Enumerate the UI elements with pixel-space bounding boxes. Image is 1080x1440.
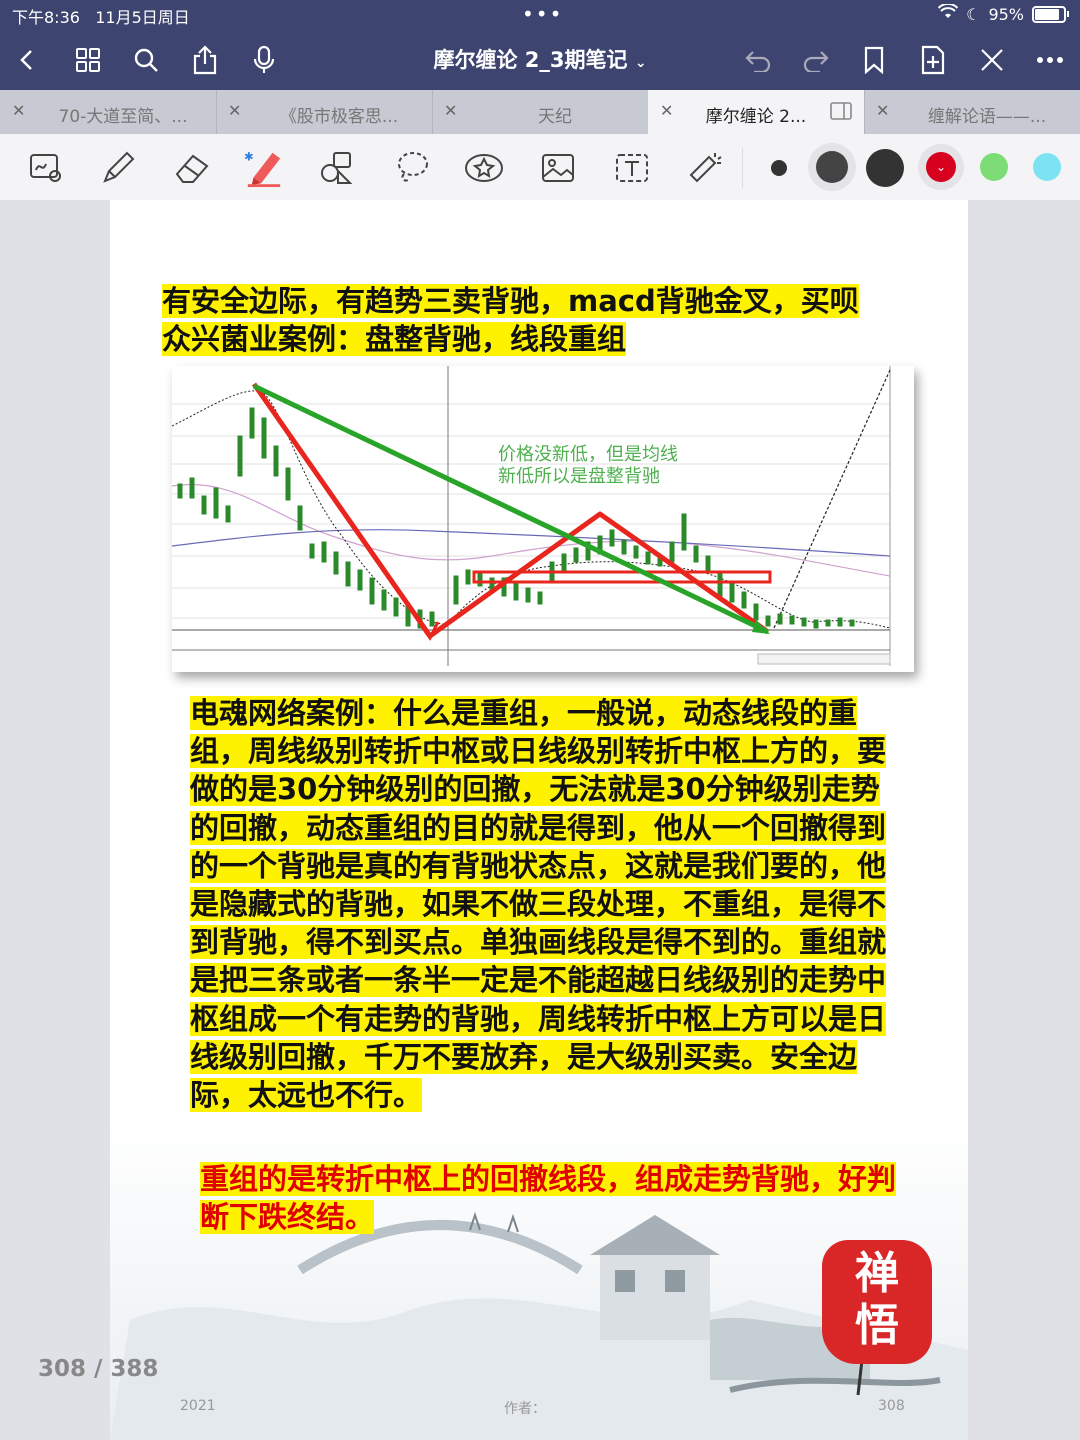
candlestick-chart: 价格没新低，但是均线 新低所以是盘整背驰	[172, 366, 914, 672]
eraser-icon[interactable]	[172, 148, 212, 188]
grid-icon[interactable]	[70, 42, 106, 78]
tab-document-3[interactable]: ✕ 天纪	[432, 90, 649, 134]
chart-annotation-line-1: 价格没新低，但是均线	[498, 444, 678, 464]
battery-percent: 95%	[988, 4, 1024, 24]
highlighter-icon[interactable]: ✱	[244, 148, 284, 188]
stock-chart-image[interactable]: 价格没新低，但是均线 新低所以是盘整背驰	[172, 366, 914, 672]
battery-icon	[1032, 5, 1069, 23]
microphone-icon[interactable]	[246, 42, 282, 78]
close-icon[interactable]: ✕	[876, 101, 889, 120]
pen-size-large[interactable]	[866, 149, 904, 187]
sticker-star-icon[interactable]	[464, 148, 504, 188]
note-page[interactable]: 有安全边际，有趋势三卖背驰，macd背驰金叉，买呗 众兴菌业案例：盘整背驰，线段…	[110, 200, 968, 1440]
body-paragraph: 电魂网络案例：什么是重组，一般说，动态线段的重组，周线级别转折中枢或日线级别转折…	[190, 696, 887, 1113]
add-page-icon[interactable]	[915, 42, 951, 78]
tab-document-1[interactable]: ✕ 70-大道至简、...	[0, 90, 217, 134]
footer-year: 2021	[180, 1398, 216, 1414]
lasso-icon[interactable]	[392, 148, 432, 188]
tab-document-2[interactable]: ✕ 《股市极客思...	[216, 90, 433, 134]
moon-icon: ☾	[966, 4, 981, 24]
close-icon[interactable]: ✕	[660, 101, 673, 120]
back-icon[interactable]	[10, 42, 46, 78]
footer-author: 作者：	[504, 1401, 546, 1417]
chevron-down-icon: ⌄	[634, 55, 647, 71]
split-view-icon[interactable]	[830, 102, 852, 125]
color-cyan[interactable]	[1033, 153, 1061, 181]
shapes-icon[interactable]	[318, 148, 358, 188]
tab-document-5[interactable]: ✕ 缠解论语——...	[864, 90, 1080, 134]
share-icon[interactable]	[187, 42, 223, 78]
page-heading: 有安全边际，有趋势三卖背驰，macd背驰金叉，买呗 众兴菌业案例：盘整背驰，线段…	[162, 282, 922, 358]
wifi-icon	[937, 2, 959, 24]
pen-size-small[interactable]	[771, 160, 787, 176]
color-red[interactable]: ⌄	[926, 152, 956, 182]
laser-pointer-icon[interactable]	[686, 148, 726, 188]
tab-document-active[interactable]: ✕ 摩尔缠论 2...	[648, 90, 865, 134]
nav-bar: 摩尔缠论 2_3期笔记 ⌄	[0, 30, 1080, 90]
pen-icon[interactable]	[98, 148, 138, 188]
search-icon[interactable]	[128, 42, 164, 78]
redo-icon[interactable]	[798, 42, 834, 78]
pen-size-medium	[816, 151, 848, 183]
close-icon[interactable]: ✕	[228, 101, 241, 120]
tool-bar: ✱ ⌄	[0, 134, 1080, 201]
page-indicator: 308 / 388	[38, 1356, 159, 1382]
undo-icon[interactable]	[740, 42, 776, 78]
close-icon[interactable]: ✕	[444, 101, 457, 120]
footer-page-number: 308	[878, 1398, 905, 1414]
document-title[interactable]: 摩尔缠论 2_3期笔记 ⌄	[340, 44, 740, 74]
toolbar-divider	[742, 148, 743, 188]
text-box-icon[interactable]	[612, 148, 652, 188]
lasso-zoom-icon[interactable]	[26, 148, 66, 188]
bookmark-icon[interactable]	[856, 42, 892, 78]
chan-wu-seal: 禅悟	[822, 1240, 932, 1364]
status-bar: 下午8:36 11月5日周日 ••• ☾ 95%	[0, 0, 1080, 30]
tab-bar: ✕ 70-大道至简、... ✕ 《股市极客思... ✕ 天纪 ✕ 摩尔缠论 2.…	[0, 90, 1080, 134]
heading-line-2: 众兴菌业案例：盘整背驰，线段重组	[162, 322, 627, 356]
red-highlight-note: 重组的是转折中枢上的回撤线段，组成走势背驰，好判断下跌终结。	[200, 1162, 897, 1234]
status-time: 下午8:36 11月5日周日	[12, 8, 190, 27]
color-green[interactable]	[980, 153, 1008, 181]
image-icon[interactable]	[538, 148, 578, 188]
heading-line-1: 有安全边际，有趋势三卖背驰，macd背驰金叉，买呗	[162, 284, 859, 318]
more-icon[interactable]	[1032, 42, 1068, 78]
close-icon[interactable]: ✕	[12, 101, 25, 120]
multitask-dots-icon[interactable]: •••	[522, 2, 563, 26]
chart-annotation-line-2: 新低所以是盘整背驰	[498, 466, 660, 486]
svg-text:✱: ✱	[244, 149, 254, 163]
magic-wand-off-icon[interactable]	[974, 42, 1010, 78]
